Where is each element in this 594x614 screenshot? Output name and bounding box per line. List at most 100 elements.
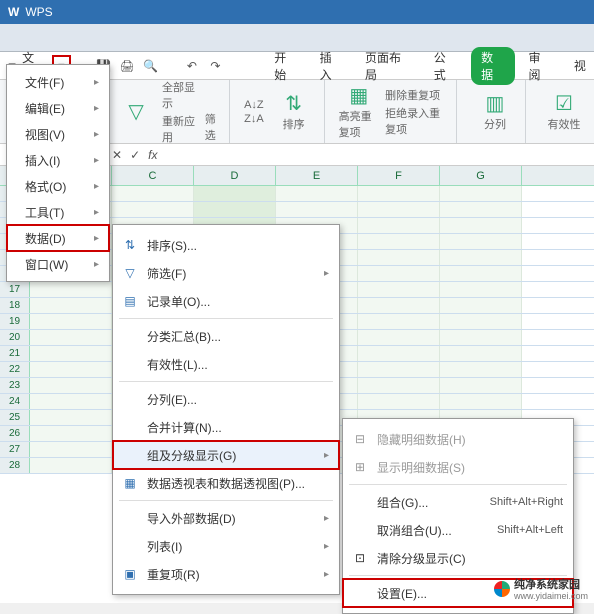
tab-formula[interactable]: 公式	[426, 49, 465, 83]
row-header[interactable]: 22	[0, 362, 30, 377]
cell[interactable]	[30, 282, 112, 297]
cell[interactable]	[358, 330, 440, 345]
print-icon[interactable]: 🖨	[118, 57, 136, 75]
menu-item[interactable]: 组合(G)...Shift+Alt+Right	[343, 488, 573, 516]
tab-insert[interactable]: 插入	[312, 49, 351, 83]
cell[interactable]	[358, 314, 440, 329]
col-header[interactable]: E	[276, 166, 358, 185]
cell[interactable]	[358, 266, 440, 281]
row-header[interactable]: 27	[0, 442, 30, 457]
menu-item[interactable]: 数据(D)▸	[7, 225, 109, 251]
cell[interactable]	[358, 250, 440, 265]
menu-item[interactable]: 工具(T)▸	[7, 199, 109, 225]
cell[interactable]	[30, 330, 112, 345]
row-header[interactable]: 28	[0, 458, 30, 473]
menu-item[interactable]: 插入(I)▸	[7, 147, 109, 173]
cell[interactable]	[358, 186, 440, 201]
cell[interactable]	[30, 442, 112, 457]
cell[interactable]	[440, 330, 522, 345]
cell[interactable]	[440, 250, 522, 265]
row-header[interactable]: 18	[0, 298, 30, 313]
row-header[interactable]: 26	[0, 426, 30, 441]
cell[interactable]	[276, 186, 358, 201]
cell[interactable]	[440, 218, 522, 233]
menu-item[interactable]: 窗口(W)▸	[7, 251, 109, 277]
menu-item[interactable]: 组及分级显示(G)▸	[113, 441, 339, 469]
cell[interactable]	[30, 410, 112, 425]
menu-item[interactable]: ▣重复项(R)▸	[113, 560, 339, 588]
col-header[interactable]: G	[440, 166, 522, 185]
menu-item[interactable]: 列表(I)▸	[113, 532, 339, 560]
validity-button[interactable]: ☑ 有效性	[540, 91, 588, 132]
menu-item[interactable]: 取消组合(U)...Shift+Alt+Left	[343, 516, 573, 544]
cell[interactable]	[440, 394, 522, 409]
cell[interactable]	[30, 426, 112, 441]
col-header[interactable]: F	[358, 166, 440, 185]
menu-item[interactable]: ▦数据透视表和数据透视图(P)...	[113, 469, 339, 497]
menu-item[interactable]: 格式(O)▸	[7, 173, 109, 199]
row-header[interactable]: 23	[0, 378, 30, 393]
menu-item[interactable]: 分类汇总(B)...	[113, 322, 339, 350]
highlight-duplicates-button[interactable]: ▦ 高亮重复项	[339, 83, 379, 140]
row-header[interactable]: 21	[0, 346, 30, 361]
cell[interactable]	[30, 346, 112, 361]
tab-data[interactable]: 数据	[471, 47, 514, 85]
undo-icon[interactable]: ↶	[183, 57, 201, 75]
cell[interactable]	[440, 298, 522, 313]
cell[interactable]	[440, 186, 522, 201]
cell[interactable]	[440, 314, 522, 329]
tab-page-layout[interactable]: 页面布局	[357, 49, 420, 83]
tab-review[interactable]: 审阅	[521, 49, 560, 83]
redo-icon[interactable]: ↷	[207, 57, 225, 75]
cell[interactable]	[358, 298, 440, 313]
menu-item[interactable]: 导入外部数据(D)▸	[113, 504, 339, 532]
menu-item[interactable]: 有效性(L)...	[113, 350, 339, 378]
row-header[interactable]: 25	[0, 410, 30, 425]
cell[interactable]	[30, 394, 112, 409]
fx-icon[interactable]: fx	[148, 148, 157, 162]
cell[interactable]	[440, 378, 522, 393]
menu-item[interactable]: ▽筛选(F)▸	[113, 259, 339, 287]
cell[interactable]	[358, 202, 440, 217]
cell[interactable]	[194, 202, 276, 217]
reject-duplicates-button[interactable]: 拒绝录入重复项	[385, 105, 450, 137]
sort-button[interactable]: ⇅ 排序	[270, 91, 318, 132]
col-header[interactable]: C	[112, 166, 194, 185]
confirm-formula-icon[interactable]: ✓	[130, 148, 140, 162]
sort-asc-button[interactable]: A↓Z	[244, 99, 264, 111]
menu-item[interactable]: ▤记录单(O)...	[113, 287, 339, 315]
cell[interactable]	[440, 234, 522, 249]
cell[interactable]	[112, 202, 194, 217]
menu-item[interactable]: 合并计算(N)...	[113, 413, 339, 441]
row-header[interactable]: 24	[0, 394, 30, 409]
cell[interactable]	[358, 378, 440, 393]
remove-duplicates-button[interactable]: 删除重复项	[385, 87, 450, 103]
menu-item[interactable]: 编辑(E)▸	[7, 95, 109, 121]
text-to-columns-button[interactable]: ▥ 分列	[471, 91, 519, 132]
cell[interactable]	[30, 362, 112, 377]
autofilter-button[interactable]: ▽	[116, 99, 156, 124]
tab-view[interactable]: 视	[566, 57, 594, 74]
cell[interactable]	[358, 394, 440, 409]
menu-item[interactable]: 文件(F)▸	[7, 69, 109, 95]
tab-start[interactable]: 开始	[266, 49, 305, 83]
cell[interactable]	[358, 362, 440, 377]
cell[interactable]	[440, 266, 522, 281]
menu-item[interactable]: ⇅排序(S)...	[113, 231, 339, 259]
col-header[interactable]: D	[194, 166, 276, 185]
cell[interactable]	[358, 218, 440, 233]
cell[interactable]	[440, 202, 522, 217]
cell[interactable]	[30, 298, 112, 313]
cell[interactable]	[358, 282, 440, 297]
cell[interactable]	[358, 234, 440, 249]
show-all-button[interactable]: 全部显示	[162, 79, 199, 111]
reapply-button[interactable]: 重新应用	[162, 113, 199, 145]
sort-desc-button[interactable]: Z↓A	[244, 113, 264, 125]
row-header[interactable]: 20	[0, 330, 30, 345]
menu-item[interactable]: ⊡清除分级显示(C)	[343, 544, 573, 572]
row-header[interactable]: 17	[0, 282, 30, 297]
cell[interactable]	[440, 362, 522, 377]
cell[interactable]	[30, 378, 112, 393]
cell[interactable]	[358, 346, 440, 361]
cell[interactable]	[30, 314, 112, 329]
